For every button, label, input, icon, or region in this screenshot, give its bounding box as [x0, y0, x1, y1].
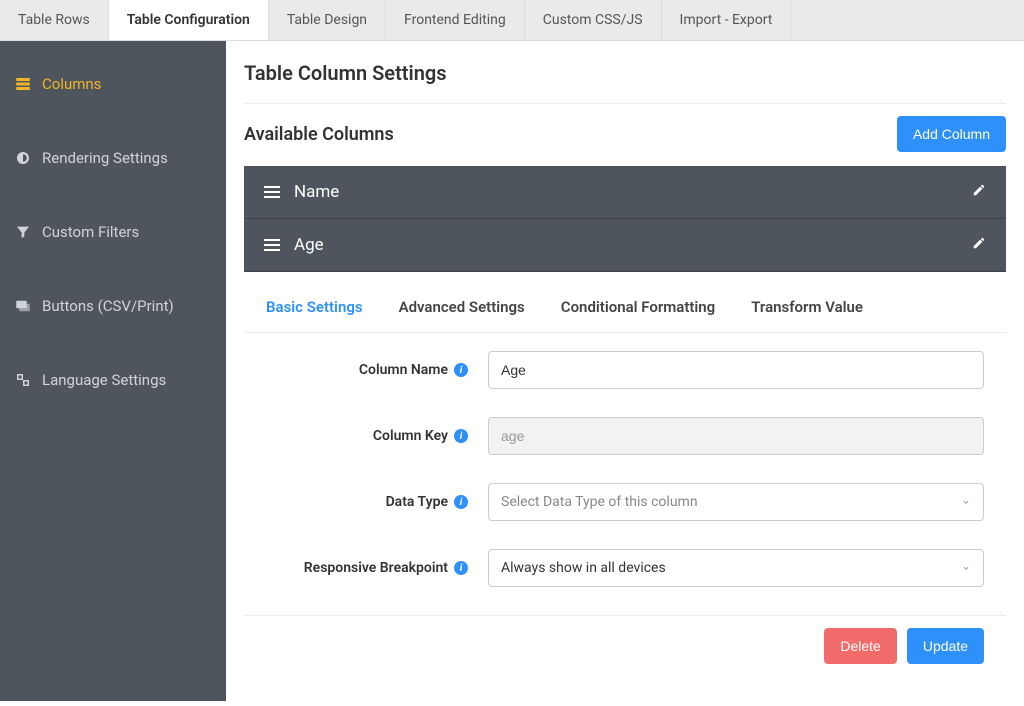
edit-icon[interactable]	[972, 236, 986, 254]
info-icon[interactable]: i	[454, 495, 468, 509]
column-key-input	[488, 417, 984, 455]
top-tabs: Table Rows Table Configuration Table Des…	[0, 0, 1024, 41]
add-column-button[interactable]: Add Column	[897, 116, 1006, 152]
sidebar-item-rendering[interactable]: Rendering Settings	[0, 135, 226, 181]
update-button[interactable]: Update	[907, 628, 984, 664]
label-text: Responsive Breakpoint	[304, 560, 448, 576]
data-type-select[interactable]: Select Data Type of this column	[488, 483, 984, 521]
sidebar-item-filters[interactable]: Custom Filters	[0, 209, 226, 255]
tab-transform-value[interactable]: Transform Value	[751, 298, 863, 322]
form-actions: Delete Update	[244, 615, 1006, 664]
tab-label: Custom CSS/JS	[543, 12, 643, 28]
sidebar-item-language[interactable]: Language Settings	[0, 357, 226, 403]
sidebar-item-label: Custom Filters	[42, 223, 139, 241]
divider	[244, 103, 1006, 104]
label-text: Column Name	[359, 362, 448, 378]
tab-table-rows[interactable]: Table Rows	[0, 0, 109, 40]
select-value: Always show in all devices	[501, 560, 666, 576]
column-name-label: Column Name i	[266, 362, 476, 378]
available-columns-heading: Available Columns	[244, 124, 394, 145]
info-icon[interactable]: i	[454, 429, 468, 443]
tab-advanced-settings[interactable]: Advanced Settings	[399, 298, 525, 322]
inner-tabs: Basic Settings Advanced Settings Conditi…	[244, 298, 1006, 333]
sidebar-item-label: Language Settings	[42, 371, 166, 389]
select-placeholder: Select Data Type of this column	[501, 494, 698, 510]
basic-settings-form: Column Name i Column Key i Data Type	[244, 333, 1006, 587]
chevron-down-icon	[961, 563, 971, 573]
buttons-icon	[14, 297, 32, 315]
info-icon[interactable]: i	[454, 363, 468, 377]
tab-table-configuration[interactable]: Table Configuration	[109, 0, 269, 40]
page-title: Table Column Settings	[244, 61, 1006, 85]
sidebar: Columns Rendering Settings Custom Filter…	[0, 41, 226, 701]
chevron-down-icon	[961, 497, 971, 507]
tab-label: Frontend Editing	[404, 12, 506, 28]
tab-label: Table Rows	[18, 12, 90, 28]
responsive-breakpoint-label: Responsive Breakpoint i	[266, 560, 476, 576]
rendering-icon	[14, 149, 32, 167]
label-text: Data Type	[386, 494, 448, 510]
tab-basic-settings[interactable]: Basic Settings	[266, 298, 363, 322]
column-name-input[interactable]	[488, 351, 984, 389]
column-label: Age	[294, 235, 324, 255]
columns-list: Name Age	[244, 166, 1006, 272]
tab-label: Table Configuration	[127, 12, 250, 28]
language-icon	[14, 371, 32, 389]
content: Table Column Settings Available Columns …	[226, 41, 1024, 701]
drag-handle-icon[interactable]	[264, 239, 280, 251]
filter-icon	[14, 223, 32, 241]
label-text: Column Key	[373, 428, 448, 444]
tab-table-design[interactable]: Table Design	[269, 0, 386, 40]
column-row-name[interactable]: Name	[244, 166, 1006, 219]
tab-import-export[interactable]: Import - Export	[662, 0, 792, 40]
column-label: Name	[294, 182, 339, 202]
delete-button[interactable]: Delete	[824, 628, 896, 664]
responsive-breakpoint-select[interactable]: Always show in all devices	[488, 549, 984, 587]
column-key-label: Column Key i	[266, 428, 476, 444]
tab-label: Import - Export	[680, 12, 773, 28]
tab-custom-css-js[interactable]: Custom CSS/JS	[525, 0, 662, 40]
sidebar-item-buttons[interactable]: Buttons (CSV/Print)	[0, 283, 226, 329]
tab-frontend-editing[interactable]: Frontend Editing	[386, 0, 525, 40]
tab-label: Table Design	[287, 12, 367, 28]
columns-icon	[14, 75, 32, 93]
drag-handle-icon[interactable]	[264, 186, 280, 198]
data-type-label: Data Type i	[266, 494, 476, 510]
sidebar-item-label: Columns	[42, 75, 101, 93]
column-row-age[interactable]: Age	[244, 219, 1006, 272]
tab-conditional-formatting[interactable]: Conditional Formatting	[561, 298, 715, 322]
sidebar-item-label: Buttons (CSV/Print)	[42, 297, 174, 315]
info-icon[interactable]: i	[454, 561, 468, 575]
sidebar-item-columns[interactable]: Columns	[0, 61, 226, 107]
sidebar-item-label: Rendering Settings	[42, 149, 168, 167]
edit-icon[interactable]	[972, 183, 986, 201]
